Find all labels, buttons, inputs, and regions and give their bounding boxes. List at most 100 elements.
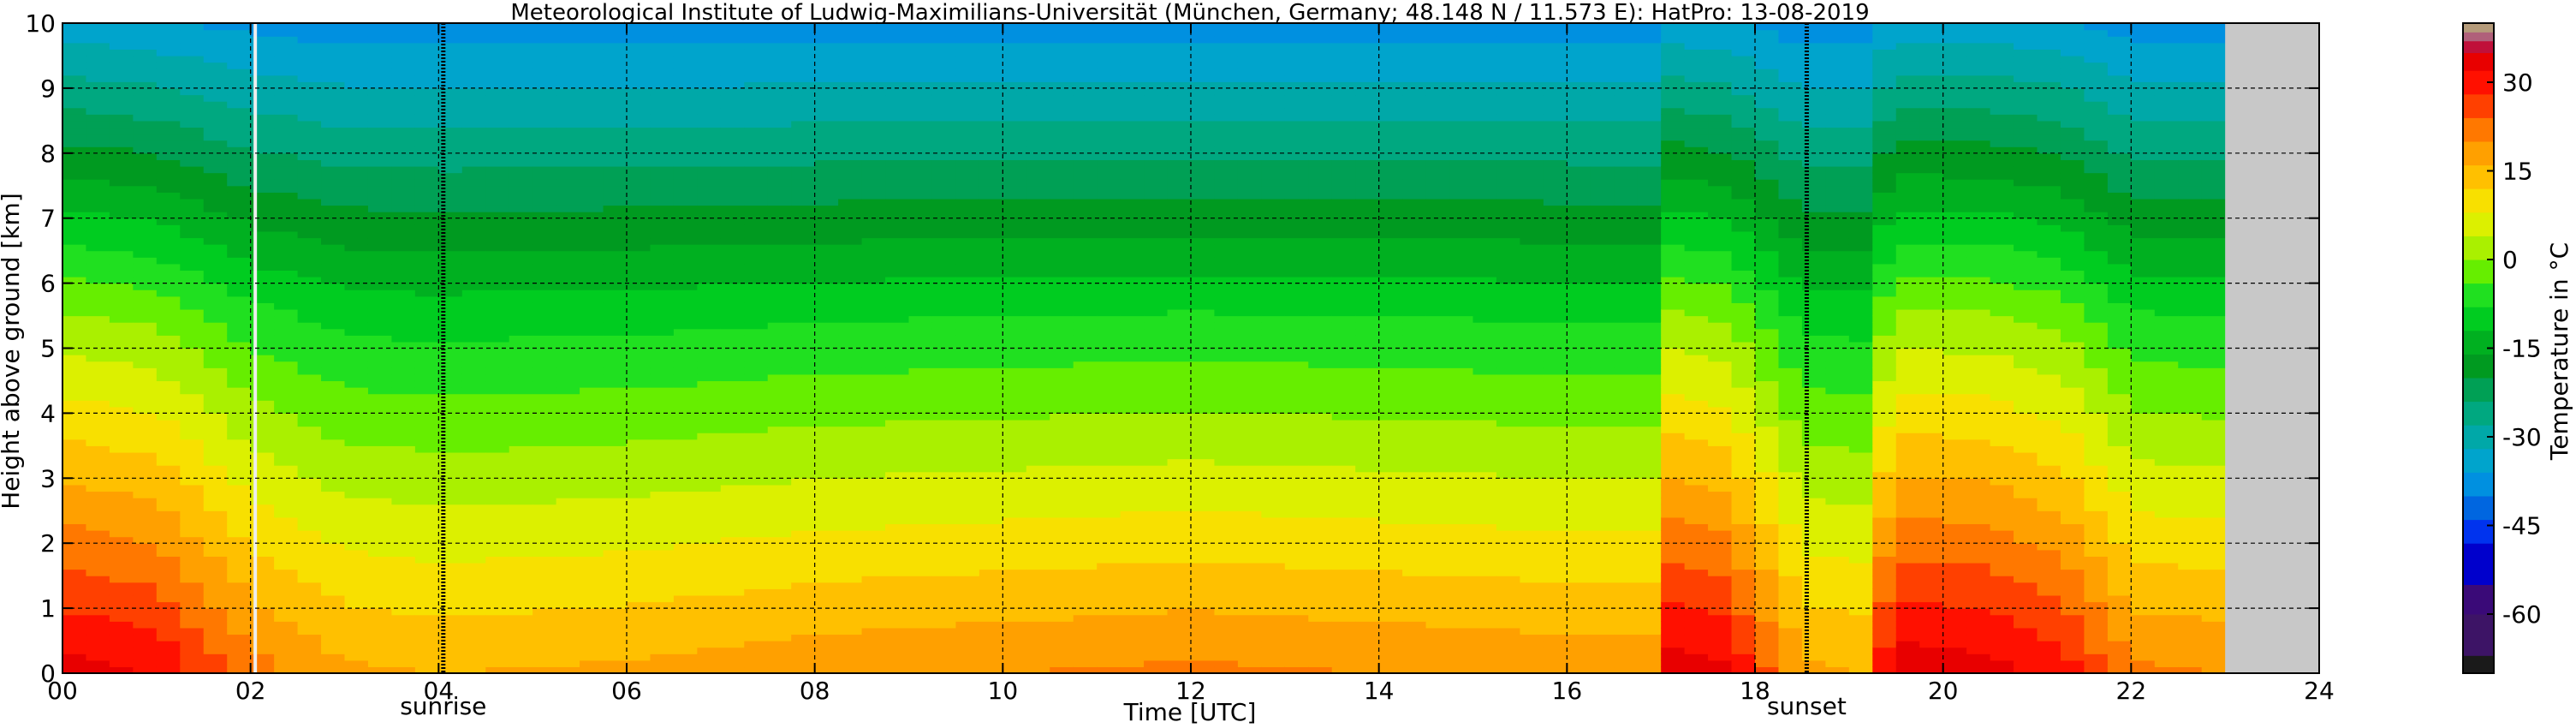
heatmap-cell xyxy=(156,373,181,382)
heatmap-cell xyxy=(885,348,910,355)
heatmap-cell xyxy=(650,134,675,141)
heatmap-cell xyxy=(603,107,628,115)
heatmap-cell xyxy=(344,458,369,466)
heatmap-cell xyxy=(838,543,863,551)
heatmap-cell xyxy=(627,576,651,583)
heatmap-cell xyxy=(931,582,957,589)
heatmap-cell xyxy=(227,478,252,486)
heatmap-cell xyxy=(580,218,604,225)
heatmap-cell xyxy=(1191,69,1216,76)
heatmap-cell xyxy=(1073,387,1098,395)
heatmap-cell xyxy=(1097,413,1121,421)
heatmap-cell xyxy=(697,179,722,187)
heatmap-cell xyxy=(908,484,933,492)
heatmap-cell xyxy=(297,413,322,421)
heatmap-cell xyxy=(461,270,486,277)
heatmap-cell xyxy=(227,569,252,576)
heatmap-cell xyxy=(391,367,416,375)
heatmap-cell xyxy=(1191,244,1216,252)
heatmap-cell xyxy=(1214,569,1239,576)
heatmap-cell xyxy=(1073,588,1098,596)
heatmap-cell xyxy=(720,36,745,44)
heatmap-cell xyxy=(650,87,675,96)
heatmap-cell xyxy=(627,523,651,531)
heatmap-cell xyxy=(274,295,299,303)
heatmap-cell xyxy=(1026,250,1050,258)
heatmap-cell xyxy=(1167,471,1192,479)
heatmap-cell xyxy=(86,406,110,414)
heatmap-cell xyxy=(767,647,792,654)
heatmap-cell xyxy=(955,641,980,648)
heatmap-cell xyxy=(1191,510,1216,518)
heatmap-cell xyxy=(791,114,816,122)
heatmap-cell xyxy=(744,172,769,180)
heatmap-cell xyxy=(1120,335,1145,343)
heatmap-cell xyxy=(979,107,1003,115)
heatmap-cell xyxy=(227,516,252,525)
heatmap-cell xyxy=(603,614,628,622)
heatmap-cell xyxy=(1073,114,1098,122)
heatmap-cell xyxy=(814,451,839,460)
heatmap-cell xyxy=(627,185,651,193)
heatmap-cell xyxy=(1214,549,1239,557)
heatmap-cell xyxy=(1144,653,1169,661)
heatmap-cell xyxy=(1191,29,1216,37)
heatmap-cell xyxy=(931,647,957,654)
heatmap-cell xyxy=(391,380,416,388)
heatmap-cell xyxy=(532,588,557,596)
heatmap-cell xyxy=(1191,588,1216,596)
heatmap-cell xyxy=(367,172,393,180)
heatmap-cell xyxy=(62,55,87,63)
heatmap-cell xyxy=(673,335,698,343)
heatmap-cell xyxy=(1073,101,1098,109)
heatmap-cell xyxy=(203,478,228,486)
heatmap-cell xyxy=(532,120,557,128)
heatmap-cell xyxy=(391,101,416,109)
heatmap-cell xyxy=(180,530,205,538)
heatmap-cell xyxy=(673,107,698,115)
heatmap-cell xyxy=(744,569,769,576)
heatmap-cell xyxy=(156,165,181,174)
heatmap-cell xyxy=(532,75,557,82)
heatmap-cell xyxy=(86,62,110,69)
heatmap-cell xyxy=(509,322,533,330)
heatmap-cell xyxy=(603,439,628,446)
heatmap-cell xyxy=(673,283,698,290)
heatmap-cell xyxy=(580,212,604,219)
heatmap-cell xyxy=(673,361,698,368)
heatmap-cell xyxy=(627,608,651,616)
heatmap-cell xyxy=(133,152,158,160)
heatmap-cell xyxy=(367,55,393,63)
heatmap-cell xyxy=(720,341,745,349)
heatmap-cell xyxy=(297,465,322,473)
heatmap-cell xyxy=(133,159,158,167)
heatmap-cell xyxy=(274,192,299,200)
heatmap-cell xyxy=(156,582,181,589)
heatmap-cell xyxy=(1191,179,1216,187)
heatmap-cell xyxy=(297,192,322,200)
heatmap-cell xyxy=(274,335,299,343)
heatmap-cell xyxy=(180,172,205,180)
heatmap-cell xyxy=(744,127,769,134)
heatmap-cell xyxy=(767,439,792,446)
heatmap-cell xyxy=(580,315,604,323)
heatmap-cell xyxy=(1073,400,1098,408)
heatmap-cell xyxy=(133,549,158,557)
heatmap-cell xyxy=(955,647,980,654)
heatmap-cell xyxy=(697,49,722,57)
heatmap-cell xyxy=(62,101,87,109)
heatmap-cell xyxy=(203,23,228,31)
heatmap-cell xyxy=(1191,516,1216,525)
heatmap-cell xyxy=(861,146,886,154)
heatmap-cell xyxy=(485,556,510,564)
heatmap-cell xyxy=(509,426,533,433)
heatmap-cell xyxy=(838,198,863,206)
heatmap-cell xyxy=(885,335,910,343)
heatmap-cell xyxy=(532,205,557,212)
heatmap-cell xyxy=(720,218,745,225)
heatmap-cell xyxy=(203,569,228,576)
heatmap-cell xyxy=(156,367,181,375)
heatmap-cell xyxy=(931,257,957,265)
heatmap-cell xyxy=(414,69,439,76)
heatmap-cell xyxy=(156,224,181,232)
